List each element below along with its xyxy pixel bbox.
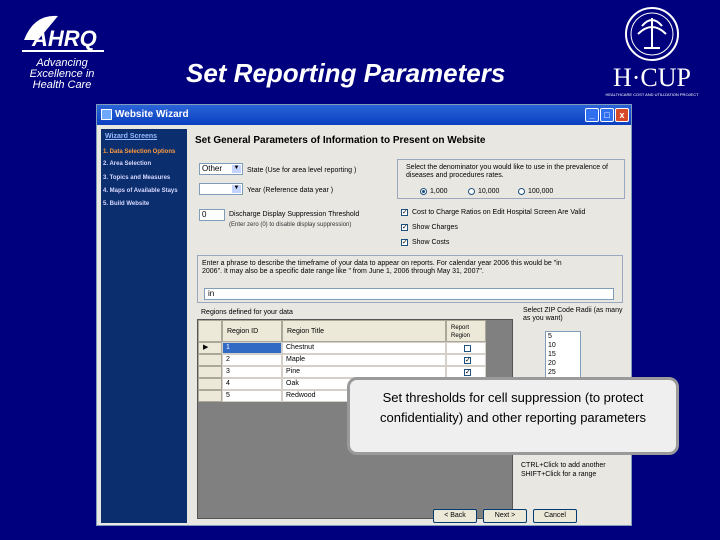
- cell-region-id[interactable]: 4: [222, 378, 282, 390]
- cell-report-region[interactable]: ✓: [446, 354, 486, 366]
- state-select-value: Other: [202, 164, 223, 173]
- row-selector-arrow-icon: ▶: [198, 342, 222, 354]
- table-row[interactable]: ▶ 1 Chestnut ✓: [198, 342, 486, 354]
- report-region-checkbox[interactable]: ✓: [464, 357, 471, 364]
- zip-option[interactable]: 5: [546, 332, 580, 341]
- threshold-input[interactable]: 0: [199, 209, 225, 221]
- cell-region-id[interactable]: 2: [222, 354, 282, 366]
- show-costs-checkbox[interactable]: ✓: [401, 239, 408, 246]
- slide-title: Set Reporting Parameters: [186, 58, 506, 88]
- main-heading: Set General Parameters of Information to…: [195, 135, 486, 146]
- nav-item-area-selection[interactable]: 2. Area Selection: [103, 161, 151, 167]
- row-selector: [198, 390, 222, 402]
- report-region-checkbox[interactable]: ✓: [464, 369, 471, 376]
- state-select[interactable]: Other ▼: [199, 163, 243, 175]
- cell-region-id[interactable]: 5: [222, 390, 282, 402]
- window-title: Website Wizard: [115, 109, 189, 120]
- report-region-checkbox[interactable]: ✓: [464, 345, 471, 352]
- chevron-down-icon: ▼: [232, 165, 241, 173]
- tagline-line-3: Health Care: [32, 79, 92, 91]
- back-button[interactable]: < Back: [433, 509, 477, 523]
- regions-label: Regions defined for your data: [201, 309, 293, 316]
- window-app-icon: [101, 109, 112, 120]
- denominator-panel: Select the denominator you would like to…: [397, 159, 625, 199]
- radio-10000-label: 10,000: [478, 188, 500, 195]
- zip-option[interactable]: 15: [546, 350, 580, 359]
- minimize-button[interactable]: _: [585, 108, 599, 122]
- cell-region-id[interactable]: 1: [222, 342, 282, 354]
- callout-annotation: Set thresholds for cell suppression (to …: [347, 377, 679, 455]
- radio-100000-label: 100,000: [528, 188, 554, 195]
- zip-option[interactable]: 25: [546, 368, 580, 377]
- col-header-region-title[interactable]: Region Title: [282, 320, 446, 342]
- row-selector: [198, 366, 222, 378]
- close-button[interactable]: x: [615, 108, 629, 122]
- radio-100000[interactable]: [518, 188, 525, 195]
- row-header-corner: [198, 320, 222, 342]
- radio-10000[interactable]: [468, 188, 475, 195]
- threshold-label: Discharge Display Suppression Threshold: [229, 211, 360, 218]
- hcup-logo: H·CUP HEALTHCARE COST AND UTILIZATION PR…: [596, 4, 708, 100]
- show-charges-checkbox[interactable]: ✓: [401, 224, 408, 231]
- cell-report-region[interactable]: ✓: [446, 342, 486, 354]
- year-select[interactable]: ▼: [199, 183, 243, 195]
- state-label: State (Use for area level reporting ): [247, 167, 357, 174]
- timeframe-input[interactable]: in: [204, 288, 614, 300]
- col-header-region-id[interactable]: Region ID: [222, 320, 282, 342]
- cost-charge-checkbox[interactable]: ✓: [401, 209, 408, 216]
- timeframe-text: Enter a phrase to describe the timeframe…: [202, 260, 562, 275]
- threshold-sublabel: (Enter zero (0) to disable display suppr…: [229, 222, 352, 228]
- nav-item-topics-measures[interactable]: 3. Topics and Measures: [103, 175, 170, 181]
- ahrq-logo-text: AHRQ: [31, 26, 97, 51]
- row-selector: [198, 378, 222, 390]
- denominator-text: Select the denominator you would like to…: [406, 164, 608, 179]
- table-row[interactable]: 2 Maple ✓: [198, 354, 486, 366]
- cost-charge-label: Cost to Charge Ratios on Edit Hospital S…: [412, 209, 586, 216]
- nav-item-build-website[interactable]: 5. Build Website: [103, 201, 149, 207]
- zip-option[interactable]: 10: [546, 341, 580, 350]
- hcup-logo-text: H·CUP: [613, 63, 691, 92]
- radio-1000[interactable]: [420, 188, 427, 195]
- cell-region-id[interactable]: 3: [222, 366, 282, 378]
- nav-item-data-selection[interactable]: 1. Data Selection Options: [103, 149, 175, 155]
- maximize-button[interactable]: □: [600, 108, 614, 122]
- chevron-down-icon: ▼: [232, 185, 241, 193]
- cancel-button[interactable]: Cancel: [533, 509, 577, 523]
- row-selector: [198, 354, 222, 366]
- year-label: Year (Reference data year ): [247, 187, 334, 194]
- hcup-subtitle: HEALTHCARE COST AND UTILIZATION PROJECT: [605, 92, 699, 97]
- cell-region-title[interactable]: Chestnut: [282, 342, 446, 354]
- nav-header: Wizard Screens: [105, 133, 158, 140]
- ahrq-logo: AHRQ: [18, 10, 108, 54]
- ahrq-tagline: Advancing Excellence in Health Care: [8, 58, 116, 91]
- cell-region-title[interactable]: Maple: [282, 354, 446, 366]
- timeframe-panel: Enter a phrase to describe the timeframe…: [197, 255, 623, 303]
- wizard-nav-panel: Wizard Screens 1. Data Selection Options…: [101, 129, 187, 523]
- zip-option[interactable]: 20: [546, 359, 580, 368]
- nav-item-maps[interactable]: 4. Maps of Available Stays: [103, 188, 178, 194]
- window-titlebar[interactable]: Website Wizard _ □ x: [97, 105, 631, 125]
- zip-help-text: CTRL+Click to add another SHIFT+Click fo…: [521, 462, 606, 478]
- zip-radii-label: Select ZIP Code Radii (as many as you wa…: [523, 307, 623, 322]
- radio-1000-label: 1,000: [430, 188, 448, 195]
- website-wizard-window: Website Wizard _ □ x Wizard Screens 1. D…: [96, 104, 632, 526]
- next-button[interactable]: Next >: [483, 509, 527, 523]
- show-charges-label: Show Charges: [412, 224, 458, 231]
- col-header-report-region[interactable]: Report Region: [446, 320, 486, 342]
- show-costs-label: Show Costs: [412, 239, 450, 246]
